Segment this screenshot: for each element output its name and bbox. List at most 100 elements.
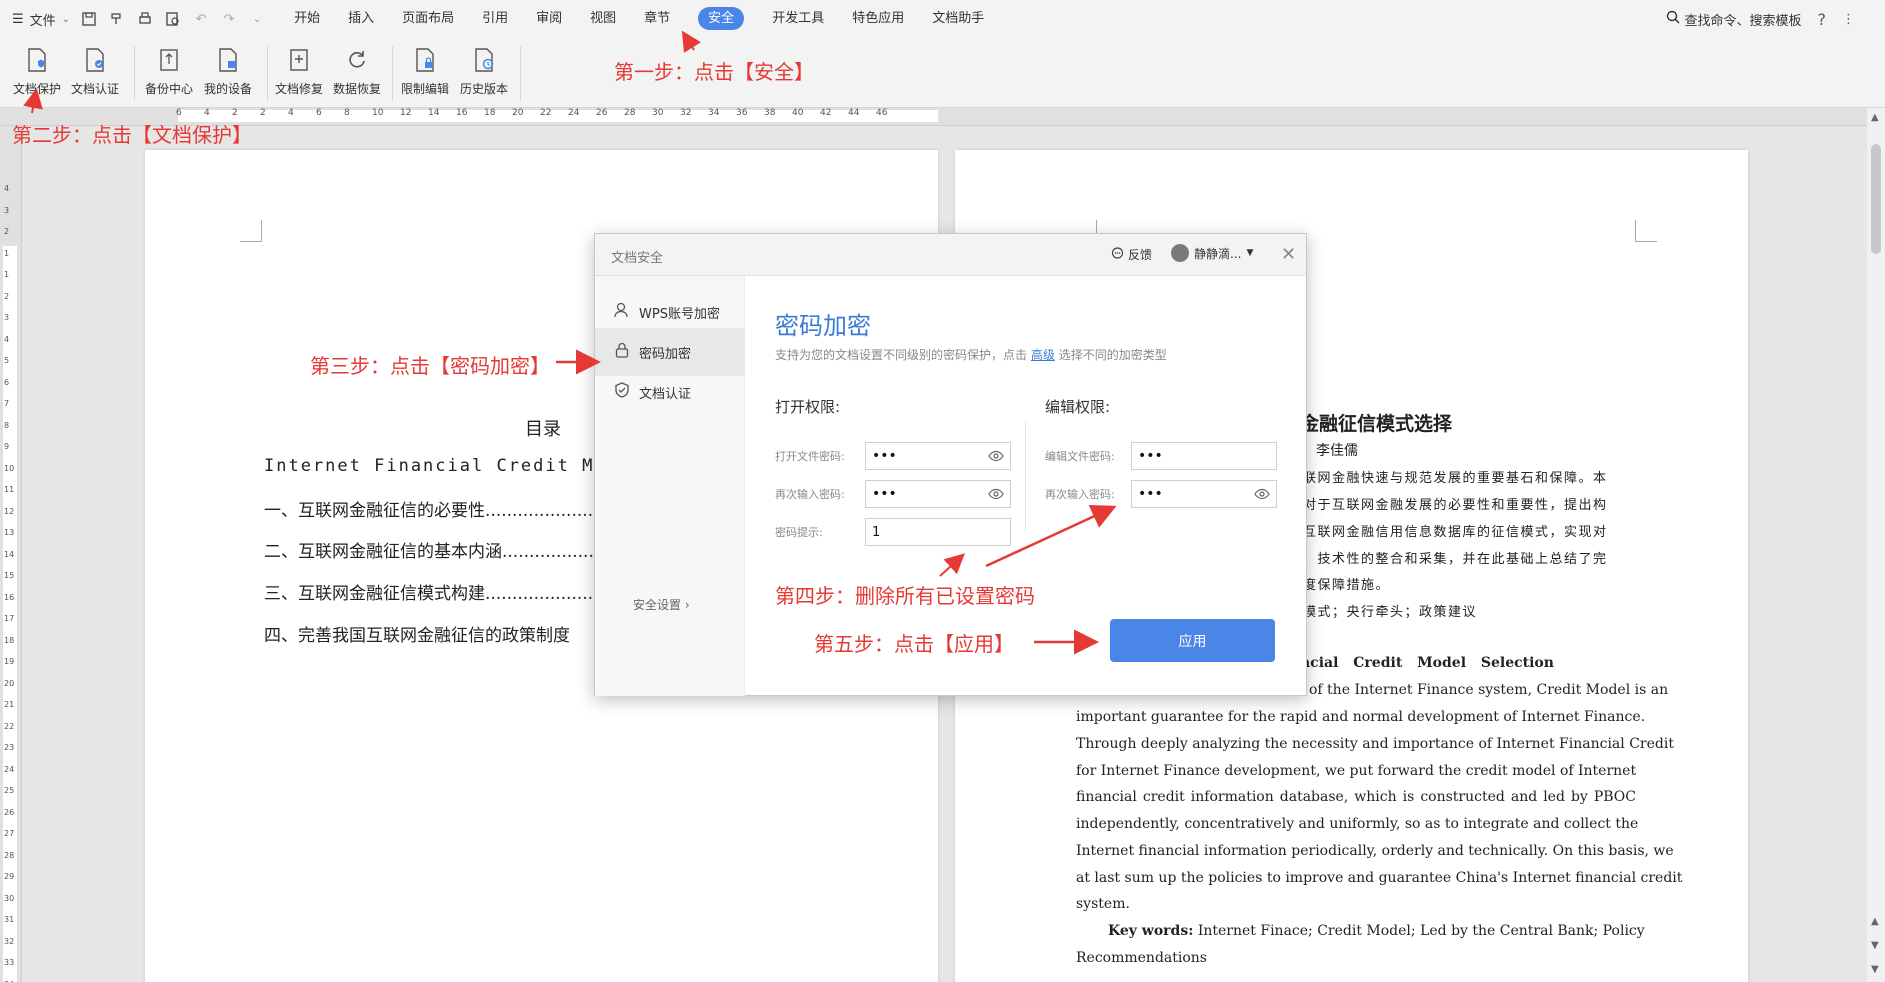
- menu-bar: ☰ 文件 ⌄ ↶ ↷ ⌄ 开始 插入 页面布局 引用 审阅 视图 章节 安全 开…: [0, 0, 1885, 38]
- print-icon[interactable]: [136, 10, 154, 28]
- paper-author: 李佳儒: [1316, 443, 1358, 459]
- backup-center-button[interactable]: 备份中心: [140, 44, 198, 97]
- close-icon[interactable]: ✕: [1281, 244, 1296, 265]
- backup-icon: [153, 44, 185, 76]
- ruler-number: 33: [4, 958, 15, 967]
- password-hint-input[interactable]: 1: [865, 518, 1011, 546]
- abstract-line: 度保障措施。: [1303, 578, 1391, 593]
- restrict-editing-button[interactable]: 限制编辑: [396, 44, 454, 97]
- dialog-title: 文档安全: [611, 251, 664, 266]
- print-preview-icon[interactable]: [164, 10, 182, 28]
- ruler-number: 2: [4, 227, 10, 236]
- ruler-number: 24: [4, 764, 15, 774]
- password-hint-label: 密码提示:: [775, 526, 823, 539]
- open-password-confirm-input[interactable]: •••: [865, 480, 1011, 508]
- ruler-number: 4: [204, 108, 210, 118]
- tab-insert[interactable]: 插入: [334, 0, 388, 38]
- ruler-number: 6: [4, 377, 10, 387]
- ruler-number: 8: [4, 420, 10, 430]
- document-repair-button[interactable]: 文档修复: [270, 44, 328, 97]
- ruler-number: 44: [848, 108, 860, 118]
- chevron-down-icon: ⌄: [61, 13, 71, 25]
- undo-icon[interactable]: ↶: [192, 10, 210, 28]
- caret-down-icon: ▼: [1246, 248, 1254, 258]
- tab-special-apps[interactable]: 特色应用: [838, 0, 918, 38]
- help-icon[interactable]: ?: [1818, 10, 1827, 29]
- ruler-number: 14: [428, 108, 440, 118]
- ruler-number: 28: [4, 850, 15, 860]
- ruler-number: 10: [372, 108, 384, 118]
- ruler-number: 4: [288, 108, 294, 118]
- tab-chapter[interactable]: 章节: [630, 0, 684, 38]
- open-password-input[interactable]: •••: [865, 442, 1011, 470]
- horizontal-ruler[interactable]: 6 4 2 2 4 6 8 10 12 14 16 18 20 22 24 26 28 30 32 34 36 38 40 4…: [0, 108, 1885, 126]
- ruler-number: 6: [316, 108, 322, 118]
- eye-icon[interactable]: [988, 486, 1004, 502]
- scrollbar-thumb[interactable]: [1871, 144, 1881, 254]
- scroll-down-icon[interactable]: ▼: [1871, 964, 1879, 975]
- advanced-link[interactable]: 高级: [1031, 348, 1055, 362]
- chevron-down-icon[interactable]: ⌄: [248, 10, 266, 28]
- chat-bubble-icon: [1111, 246, 1124, 263]
- ruler-number: 18: [484, 108, 496, 118]
- ruler-number: 16: [4, 592, 15, 602]
- ruler-number: 10: [4, 463, 15, 473]
- menu-tabs: 开始 插入 页面布局 引用 审阅 视图 章节 安全 开发工具 特色应用 文档助手: [280, 0, 998, 38]
- ruler-number: 3: [4, 205, 10, 215]
- data-recovery-button[interactable]: 数据恢复: [328, 44, 386, 97]
- scroll-up-icon[interactable]: ▲: [1871, 112, 1879, 123]
- command-search[interactable]: 查找命令、搜索模板: [1666, 10, 1802, 29]
- edit-permission-title: 编辑权限:: [1045, 398, 1111, 416]
- security-settings-link[interactable]: 安全设置 ›: [633, 596, 690, 613]
- ruler-number: 2: [260, 108, 266, 118]
- ruler-number: 32: [680, 108, 692, 118]
- scroll-down-icon[interactable]: ▼: [1871, 940, 1879, 951]
- ruler-number: 16: [456, 108, 468, 118]
- tab-references[interactable]: 引用: [468, 0, 522, 38]
- edit-password-confirm-input[interactable]: •••: [1131, 480, 1277, 508]
- eye-icon[interactable]: [988, 448, 1004, 464]
- vertical-ruler[interactable]: 4 3 2 1 1 2 3 4 5 6 7 8 9 10 11 12 13 14 15 16 17 18 19 20 21 22 2…: [0, 126, 22, 982]
- tab-doc-assistant[interactable]: 文档助手: [918, 0, 998, 38]
- tab-developer[interactable]: 开发工具: [758, 0, 838, 38]
- tab-page-layout[interactable]: 页面布局: [388, 0, 468, 38]
- vertical-scrollbar[interactable]: ▲ ▲ ▼ ▼: [1867, 108, 1885, 982]
- edit-password-input[interactable]: •••: [1131, 442, 1277, 470]
- ruler-number: 26: [4, 807, 15, 817]
- save-icon[interactable]: [80, 10, 98, 28]
- ribbon-separator: [267, 46, 268, 100]
- toc-line: 三、互联网金融征信模式构建........................: [264, 584, 615, 604]
- tab-view[interactable]: 视图: [576, 0, 630, 38]
- ruler-number: 4: [4, 184, 10, 193]
- ruler-number: 30: [652, 108, 664, 118]
- tab-security[interactable]: 安全: [684, 0, 758, 38]
- tab-home[interactable]: 开始: [280, 0, 334, 38]
- search-icon: [1666, 10, 1681, 28]
- user-account-menu[interactable]: 静静滴... ▼: [1171, 244, 1253, 262]
- abstract-line: 联网金融快速与规范发展的重要基石和保障。本: [1303, 471, 1608, 486]
- english-abstract-line: financial credit information database, w…: [1076, 789, 1636, 805]
- ruler-number: 4: [4, 334, 10, 344]
- document-check-icon: [79, 44, 111, 76]
- eye-icon[interactable]: [1254, 486, 1270, 502]
- document-protect-button[interactable]: 文档保护: [8, 44, 66, 97]
- tab-review[interactable]: 审阅: [522, 0, 576, 38]
- my-device-button[interactable]: 我的设备: [199, 44, 257, 97]
- annotation-step-3: 第三步：点击【密码加密】: [310, 354, 550, 378]
- file-menu[interactable]: ☰ 文件 ⌄: [0, 0, 80, 38]
- more-icon[interactable]: ⋮: [1842, 12, 1855, 27]
- format-painter-icon[interactable]: [108, 10, 126, 28]
- sidebar-item-document-certify[interactable]: 文档认证: [595, 368, 745, 416]
- redo-icon[interactable]: ↷: [220, 10, 238, 28]
- feedback-button[interactable]: 反馈: [1111, 246, 1152, 263]
- document-certify-button[interactable]: 文档认证: [66, 44, 124, 97]
- margin-corner: [1635, 220, 1657, 242]
- abstract-line: 、技术性的整合和采集，并在此基础上总结了完: [1303, 552, 1608, 567]
- user-lock-icon: [613, 301, 631, 323]
- ruler-number: 5: [4, 356, 10, 365]
- history-version-button[interactable]: 历史版本: [455, 44, 513, 97]
- english-abstract-line: independently, concentratively and unifo…: [1076, 816, 1639, 832]
- apply-button[interactable]: 应用: [1110, 619, 1275, 662]
- scroll-up-icon[interactable]: ▲: [1871, 916, 1879, 927]
- dialog-sidebar: WPS账号加密 密码加密 文档认证 安全设置 ›: [595, 276, 745, 696]
